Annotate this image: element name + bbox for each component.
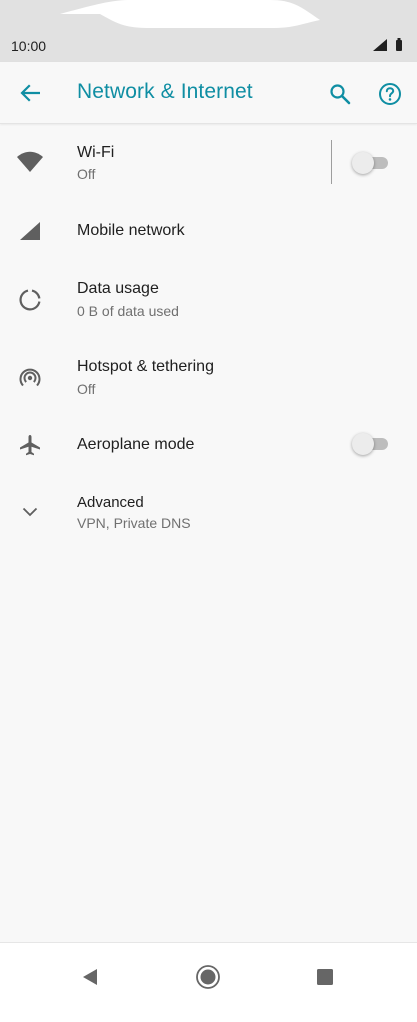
airplane-icon [14,429,46,461]
search-button[interactable] [324,78,356,110]
nav-home-icon [196,965,220,989]
advanced-subtitle: VPN, Private DNS [77,515,191,531]
mobile-network-title: Mobile network [77,222,185,239]
list-item-wifi[interactable]: Wi-Fi Off [0,124,417,202]
back-arrow-icon [20,84,40,102]
settings-screen: 10:00 Network & Internet Wi-Fi Off Mobil… [0,0,417,1022]
data-usage-subtitle: 0 B of data used [77,303,179,319]
list-item-aeroplane-mode[interactable]: Aeroplane mode [0,424,417,484]
nav-home-button[interactable] [188,957,228,997]
nav-back-button[interactable] [70,957,110,997]
list-item-hotspot[interactable]: Hotspot & tethering Off [0,346,417,424]
page-title: Network & Internet [77,80,253,103]
search-icon [330,84,351,105]
signal-status-icon [373,38,387,51]
status-icons [373,38,403,51]
status-time: 10:00 [11,38,47,54]
app-bar: Network & Internet [0,62,417,124]
aeroplane-mode-toggle[interactable] [352,433,390,455]
nav-recents-icon [317,969,333,985]
hotspot-icon [14,362,46,394]
list-item-mobile-network[interactable]: Mobile network [0,192,417,268]
wifi-icon [14,146,46,178]
hotspot-subtitle: Off [77,381,96,397]
wifi-title: Wi-Fi [77,144,115,161]
notch-background [0,0,417,62]
help-button[interactable] [374,78,406,110]
navigation-bar [0,942,417,1022]
status-bar: 10:00 [0,0,417,62]
back-button[interactable] [14,79,46,107]
data-usage-title: Data usage [77,280,159,297]
chevron-down-icon [14,496,46,528]
data-usage-icon [14,284,46,316]
aeroplane-mode-title: Aeroplane mode [77,436,195,453]
hotspot-title: Hotspot & tethering [77,358,214,375]
signal-icon [14,215,46,247]
list-item-data-usage[interactable]: Data usage 0 B of data used [0,268,417,346]
advanced-title: Advanced [77,494,144,511]
help-icon [379,83,401,105]
wifi-divider [331,140,332,184]
nav-back-icon [83,969,97,985]
list-item-advanced[interactable]: Advanced VPN, Private DNS [0,484,417,554]
nav-recents-button[interactable] [305,957,345,997]
wifi-toggle[interactable] [352,152,390,174]
battery-icon [396,38,402,51]
wifi-subtitle: Off [77,166,96,182]
